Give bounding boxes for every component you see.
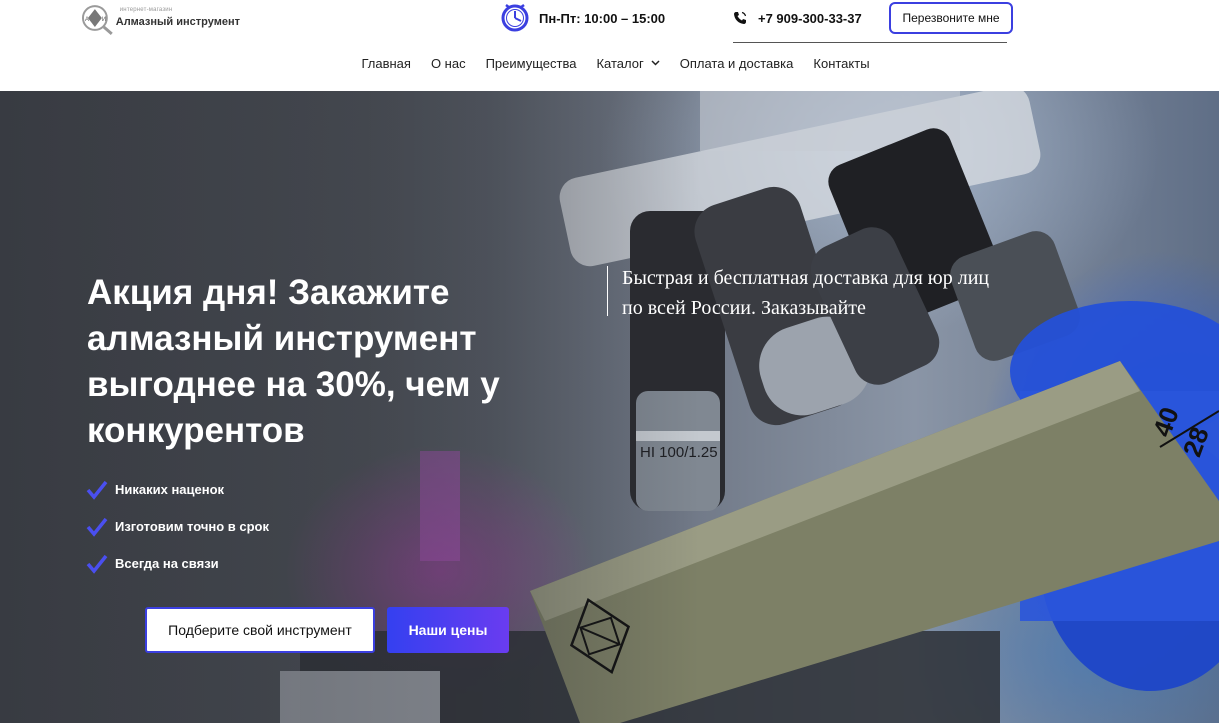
svg-text:И: И — [102, 17, 106, 23]
our-prices-button[interactable]: Наши цены — [387, 607, 509, 653]
promo-divider — [607, 266, 608, 316]
hero-section: HI 100/1.25 40 28 Акция дня! Закажите ал… — [0, 91, 1219, 723]
nav-item-catalog[interactable]: Каталог — [596, 52, 660, 74]
main-nav: Главная О нас Преимущества Каталог Оплат… — [0, 52, 1219, 74]
nav-item-home[interactable]: Главная — [361, 52, 410, 74]
feature-text: Изготовим точно в срок — [115, 519, 270, 534]
nav-item-contacts[interactable]: Контакты — [813, 52, 869, 74]
svg-text:А: А — [85, 17, 89, 23]
callback-button[interactable]: Перезвоните мне — [889, 2, 1013, 34]
clock-icon — [501, 4, 529, 32]
nav-item-catalog-label: Каталог — [596, 55, 644, 71]
working-hours: Пн-Пт: 10:00 – 15:00 — [500, 3, 665, 33]
feature-item: Изготовим точно в срок — [86, 508, 269, 545]
feature-item: Всегда на связи — [86, 545, 269, 582]
check-icon — [86, 554, 108, 574]
promo-text: Быстрая и бесплатная доставка для юр лиц… — [622, 267, 990, 319]
feature-text: Никаких наценок — [115, 482, 225, 497]
logo-diamond-icon: А И — [81, 5, 113, 36]
pick-tool-button[interactable]: Подберите свой инструмент — [145, 607, 375, 653]
nav-item-advantages[interactable]: Преимущества — [486, 52, 577, 74]
logo[interactable]: А И интернет-магазин Алмазный инструмент — [80, 3, 240, 37]
logo-subtitle: интернет-магазин — [119, 7, 173, 13]
feature-item: Никаких наценок — [86, 471, 269, 508]
check-icon — [86, 480, 108, 500]
phone-icon — [734, 11, 747, 24]
feature-list: Никаких наценок Изготовим точно в срок В… — [86, 471, 269, 582]
check-icon — [86, 517, 108, 537]
phone-number: +7 909-300-33-37 — [758, 10, 862, 26]
chevron-down-icon — [651, 60, 660, 66]
hours-text: Пн-Пт: 10:00 – 15:00 — [539, 10, 666, 26]
hero-headline: Акция дня! Закажите алмазный инструмент … — [87, 273, 500, 450]
nav-item-about[interactable]: О нас — [431, 52, 466, 74]
nav-item-payment-delivery[interactable]: Оплата и доставка — [680, 52, 794, 74]
header-divider — [733, 42, 1007, 43]
feature-text: Всегда на связи — [115, 556, 219, 571]
phone-contact[interactable]: +7 909-300-33-37 — [733, 3, 862, 33]
logo-text: Алмазный инструмент — [115, 16, 240, 28]
site-header: А И интернет-магазин Алмазный инструмент… — [0, 0, 1219, 91]
